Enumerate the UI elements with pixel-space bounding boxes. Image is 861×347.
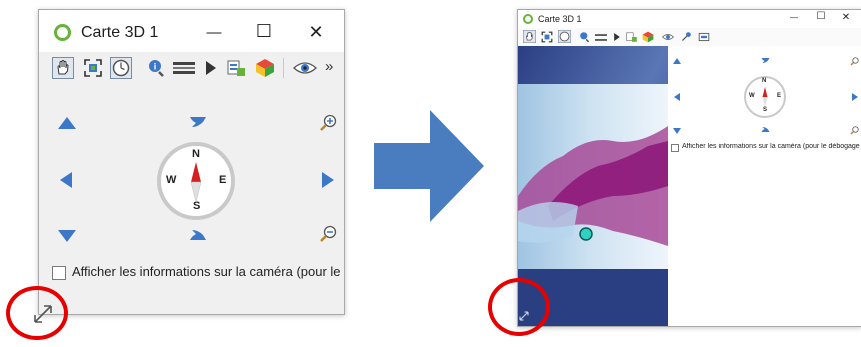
identify-icon[interactable]: i xyxy=(147,58,167,78)
export-icon[interactable] xyxy=(626,31,638,43)
navigation-panel: N S W E Afficher les informations sur la… xyxy=(668,46,861,326)
camera-target-marker xyxy=(579,227,593,241)
tilt-up-icon[interactable] xyxy=(189,115,207,129)
layers-icon[interactable] xyxy=(255,58,275,78)
close-button[interactable]: ✕ xyxy=(301,22,331,43)
compass-needle-icon xyxy=(190,162,202,202)
camera-control-icon[interactable] xyxy=(110,57,132,79)
camera-info-label: Afficher les informations sur la caméra … xyxy=(72,264,342,279)
toolbar: i » xyxy=(39,52,344,84)
maximize-button[interactable]: ☐ xyxy=(813,11,829,22)
move-right-button[interactable] xyxy=(852,93,858,101)
compass-east-label: E xyxy=(219,174,227,186)
move-down-button[interactable] xyxy=(58,230,76,242)
eye-icon[interactable] xyxy=(293,60,317,76)
move-up-button[interactable] xyxy=(673,58,681,64)
eye-icon[interactable] xyxy=(662,33,674,41)
toolbar xyxy=(518,28,861,46)
compass-north-label: N xyxy=(192,148,200,160)
identify-icon[interactable] xyxy=(579,31,591,43)
resize-highlight-circle xyxy=(488,278,550,336)
pick-tool-icon[interactable] xyxy=(680,31,692,43)
compass-west-label: W xyxy=(166,174,177,186)
svg-text:i: i xyxy=(154,62,157,72)
tilt-down-icon[interactable] xyxy=(761,126,770,133)
camera-info-label: Afficher les informations sur la caméra … xyxy=(682,143,860,150)
tilt-up-icon[interactable] xyxy=(761,57,770,64)
zoom-full-icon[interactable] xyxy=(83,58,103,78)
hand-icon[interactable] xyxy=(523,30,536,43)
minimize-button[interactable]: — xyxy=(786,13,802,22)
navigation-panel: i » N S W E Afficher les informations su… xyxy=(34,52,344,323)
window-title: Carte 3D 1 xyxy=(81,24,159,41)
window-title: Carte 3D 1 xyxy=(538,14,582,24)
zoom-full-icon[interactable] xyxy=(541,31,553,43)
hand-icon[interactable] xyxy=(52,57,74,79)
layers-icon[interactable] xyxy=(642,31,654,43)
toolbar-separator xyxy=(283,58,284,78)
compass-dial[interactable]: N S W E xyxy=(157,142,235,220)
compass-needle-icon xyxy=(762,87,768,107)
export-icon[interactable] xyxy=(227,58,247,78)
zoom-out-icon[interactable] xyxy=(319,225,337,243)
map-3d-canvas[interactable] xyxy=(518,46,668,326)
move-left-button[interactable] xyxy=(674,93,680,101)
camera-info-checkbox[interactable] xyxy=(671,144,679,152)
zoom-in-icon[interactable] xyxy=(850,57,859,66)
qgis-logo-icon xyxy=(523,14,533,24)
measure-line-icon[interactable] xyxy=(595,34,607,41)
left-window: Carte 3D 1 — ☐ ✕ i » N S W E Afficher le… xyxy=(34,9,345,323)
measure-line-icon[interactable] xyxy=(173,62,195,74)
right-window: Carte 3D 1 — ☐ ✕ N S W E Afficher les in… xyxy=(517,9,861,327)
compass-dial[interactable]: N S W E xyxy=(744,76,786,118)
title-bar[interactable]: Carte 3D 1 — ☐ ✕ xyxy=(39,10,344,52)
transition-arrow-icon xyxy=(374,110,484,222)
resize-highlight-circle xyxy=(6,286,68,340)
move-down-button[interactable] xyxy=(673,128,681,134)
compass-north-label: N xyxy=(762,78,767,84)
move-up-button[interactable] xyxy=(58,117,76,129)
maximize-button[interactable]: ☐ xyxy=(249,21,279,42)
compass-west-label: W xyxy=(749,93,755,99)
qgis-logo-icon xyxy=(54,24,71,41)
tilt-down-icon[interactable] xyxy=(189,228,207,242)
play-icon[interactable] xyxy=(206,61,216,75)
zoom-in-icon[interactable] xyxy=(319,114,337,132)
close-button[interactable]: ✕ xyxy=(838,12,854,23)
config-icon[interactable] xyxy=(698,31,710,43)
toolbar-overflow-button[interactable]: » xyxy=(325,58,333,75)
minimize-button[interactable]: — xyxy=(199,24,229,41)
camera-info-checkbox[interactable] xyxy=(52,266,66,280)
compass-east-label: E xyxy=(777,93,782,99)
move-right-button[interactable] xyxy=(322,172,334,188)
title-bar[interactable]: Carte 3D 1 — ☐ ✕ xyxy=(518,10,861,28)
zoom-out-icon[interactable] xyxy=(850,126,859,135)
play-icon[interactable] xyxy=(614,33,620,41)
camera-control-icon[interactable] xyxy=(558,30,571,43)
move-left-button[interactable] xyxy=(60,172,72,188)
